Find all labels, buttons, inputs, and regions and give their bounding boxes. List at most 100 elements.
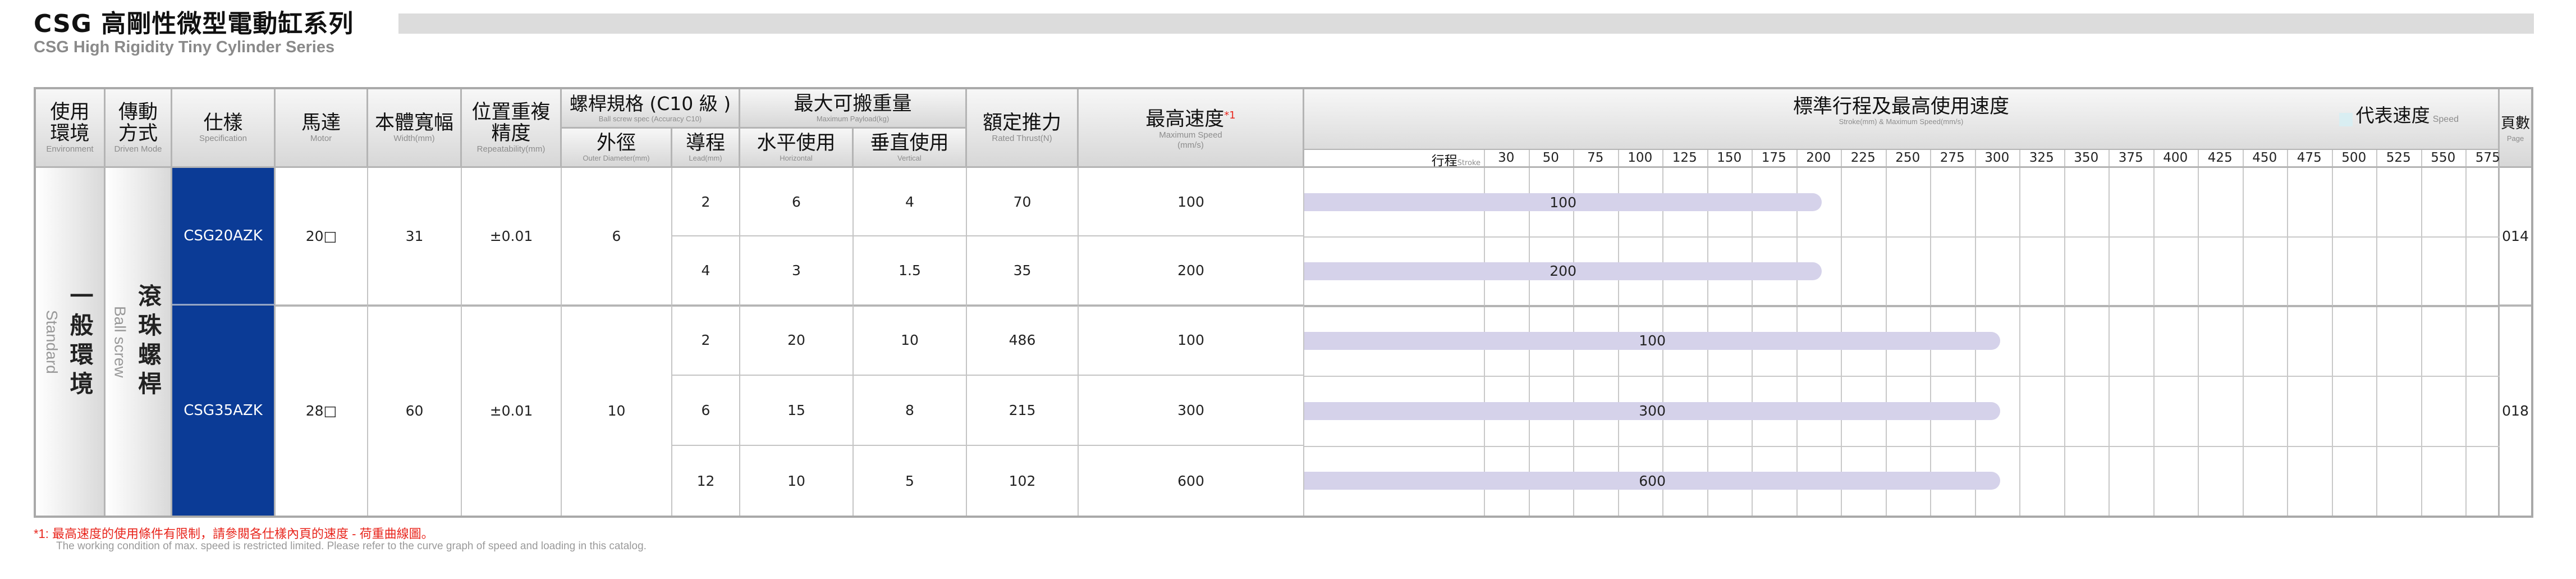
grid-column-line [2287,168,2288,516]
page-cell: 018 [2502,402,2529,419]
header-repeat: 位置重複 精度 Repeatability(mm) [462,89,562,168]
stroke-tick-30: 30 [1498,151,1515,165]
lead-cell: 4 [672,236,740,306]
grid-column-line [2198,168,2199,516]
stroke-tick-50: 50 [1542,151,1559,165]
header-payload-en: Maximum Payload(kg) [816,115,890,123]
stroke-tick-450: 450 [2252,151,2277,165]
header-speed-zh-wrap: 最高速度*1 [1145,105,1235,130]
motor-cell: 20□ [276,168,368,306]
tick-divider [2376,150,2377,166]
header-speed-unit: (mm/s) [1177,140,1204,150]
tick-divider [1885,150,1887,166]
tick-divider [2465,150,2467,166]
thrust-cell: 215 [967,376,1079,446]
header-environment: 使用 環境 Environment [36,89,106,168]
speed-cell: 200 [1079,236,1304,306]
header-lead: 導程 Lead(mm) [672,129,740,168]
spec-cell: CSG20AZK [172,168,276,306]
header-horizontal-zh: 水平使用 [757,132,836,154]
header-screw-en: Ball screw spec (Accuracy C10) [598,115,702,123]
header-stroke-title: 標準行程及最高使用速度 Stroke(mm) & Maximum Speed(m… [1304,96,2498,126]
repeat-cell: ±0.01 [462,168,562,306]
environment-zh: 一般環境 [66,283,94,400]
grid-column-line [2331,168,2333,516]
header-speed-zh: 最高速度 [1145,108,1225,131]
tick-divider [2242,150,2244,166]
stroke-tick-250: 250 [1895,151,1920,165]
header-spec: 仕樣 Specification [172,89,276,168]
horizontal-cell: 3 [740,236,854,306]
vertical-cell: 10 [854,306,967,376]
tick-divider [1484,150,1485,166]
tick-divider [2421,150,2422,166]
environment-cell: Standard 一般環境 [36,168,106,516]
header-screw-zh: 螺桿規格 (C10 級 ) [569,93,731,115]
header-repeat-en: Repeatability(mm) [476,144,546,154]
stroke-tick-200: 200 [1806,151,1831,165]
header-thrust-zh: 額定推力 [982,111,1061,134]
tick-divider [2198,150,2199,166]
header-page-en: Page [2506,134,2524,143]
header-motor-en: Motor [310,133,332,143]
header-stroke-zh: 標準行程及最高使用速度 [1793,95,2009,118]
stroke-speed-bar: 300 [1304,402,2001,420]
tick-divider [1662,150,1663,166]
header-stroke-en: Stroke(mm) & Maximum Speed(mm/s) [1839,117,1964,126]
lead-cell: 12 [672,446,740,516]
header-width: 本體寬幅 Width(mm) [368,89,462,168]
header-speed-sup: *1 [1224,110,1236,122]
tick-divider [1573,150,1574,166]
header-width-en: Width(mm) [393,133,435,143]
horizontal-cell: 20 [740,306,854,376]
drive-en: Ball screw [111,306,129,378]
page-subtitle: CSG High Rigidity Tiny Cylinder Series [34,38,335,56]
vertical-cell: 1.5 [854,236,967,306]
header-environment-en: Environment [46,144,94,154]
vertical-cell: 4 [854,168,967,236]
header-screw: 螺桿規格 (C10 級 ) Ball screw spec (Accuracy … [562,89,740,129]
stroke-tick-150: 150 [1717,151,1742,165]
stroke-axis-label-en: Stroke [1457,159,1480,167]
header-environment-zh: 使用 環境 [50,101,90,145]
stroke-tick-100: 100 [1628,151,1653,165]
speed-cell: 600 [1079,446,1304,516]
lead-cell: 2 [672,168,740,236]
header-vertical: 垂直使用 Vertical [854,129,967,168]
tick-divider [1930,150,1931,166]
outer-cell: 10 [562,306,672,516]
horizontal-cell: 6 [740,168,854,236]
stroke-tick-400: 400 [2163,151,2188,165]
header-drive-zh: 傳動 方式 [118,101,158,145]
grid-column-line [2421,168,2422,516]
stroke-tick-500: 500 [2341,151,2367,165]
stroke-tick-350: 350 [2074,151,2099,165]
stroke-tick-425: 425 [2207,151,2233,165]
legend-en: Speed [2432,115,2459,124]
stroke-axis-label: 行程Stroke [1304,150,1484,168]
vertical-cell: 8 [854,376,967,446]
stroke-speed-bar: 200 [1304,262,1822,280]
thrust-cell: 70 [967,168,1079,236]
tick-divider [2064,150,2065,166]
thrust-cell: 35 [967,236,1079,306]
header-lead-zh: 導程 [685,132,725,154]
stroke-speed-bar: 600 [1304,472,2001,490]
grid-column-line [2019,168,2020,516]
tick-divider [1752,150,1753,166]
spec-cell: CSG35AZK [172,306,276,516]
header-motor-zh: 馬達 [301,111,341,134]
header-width-zh: 本體寬幅 [374,111,453,134]
stroke-tick-275: 275 [1940,151,1965,165]
stroke-speed-bar: 100 [1304,193,1822,211]
stroke-tick-325: 325 [2029,151,2054,165]
header-drive: 傳動 方式 Driven Mode [106,89,172,168]
header-outer: 外徑 Outer Diameter(mm) [562,129,672,168]
legend-swatch [2339,112,2353,126]
header-vertical-en: Vertical [897,154,922,162]
spec-table: 使用 環境 Environment 傳動 方式 Driven Mode 仕樣 S… [34,87,2533,518]
header-vertical-zh: 垂直使用 [870,132,949,154]
grid-column-line [2109,168,2110,516]
header-speed-en: Maximum Speed [1159,130,1222,140]
grid-column-line [2242,168,2244,516]
